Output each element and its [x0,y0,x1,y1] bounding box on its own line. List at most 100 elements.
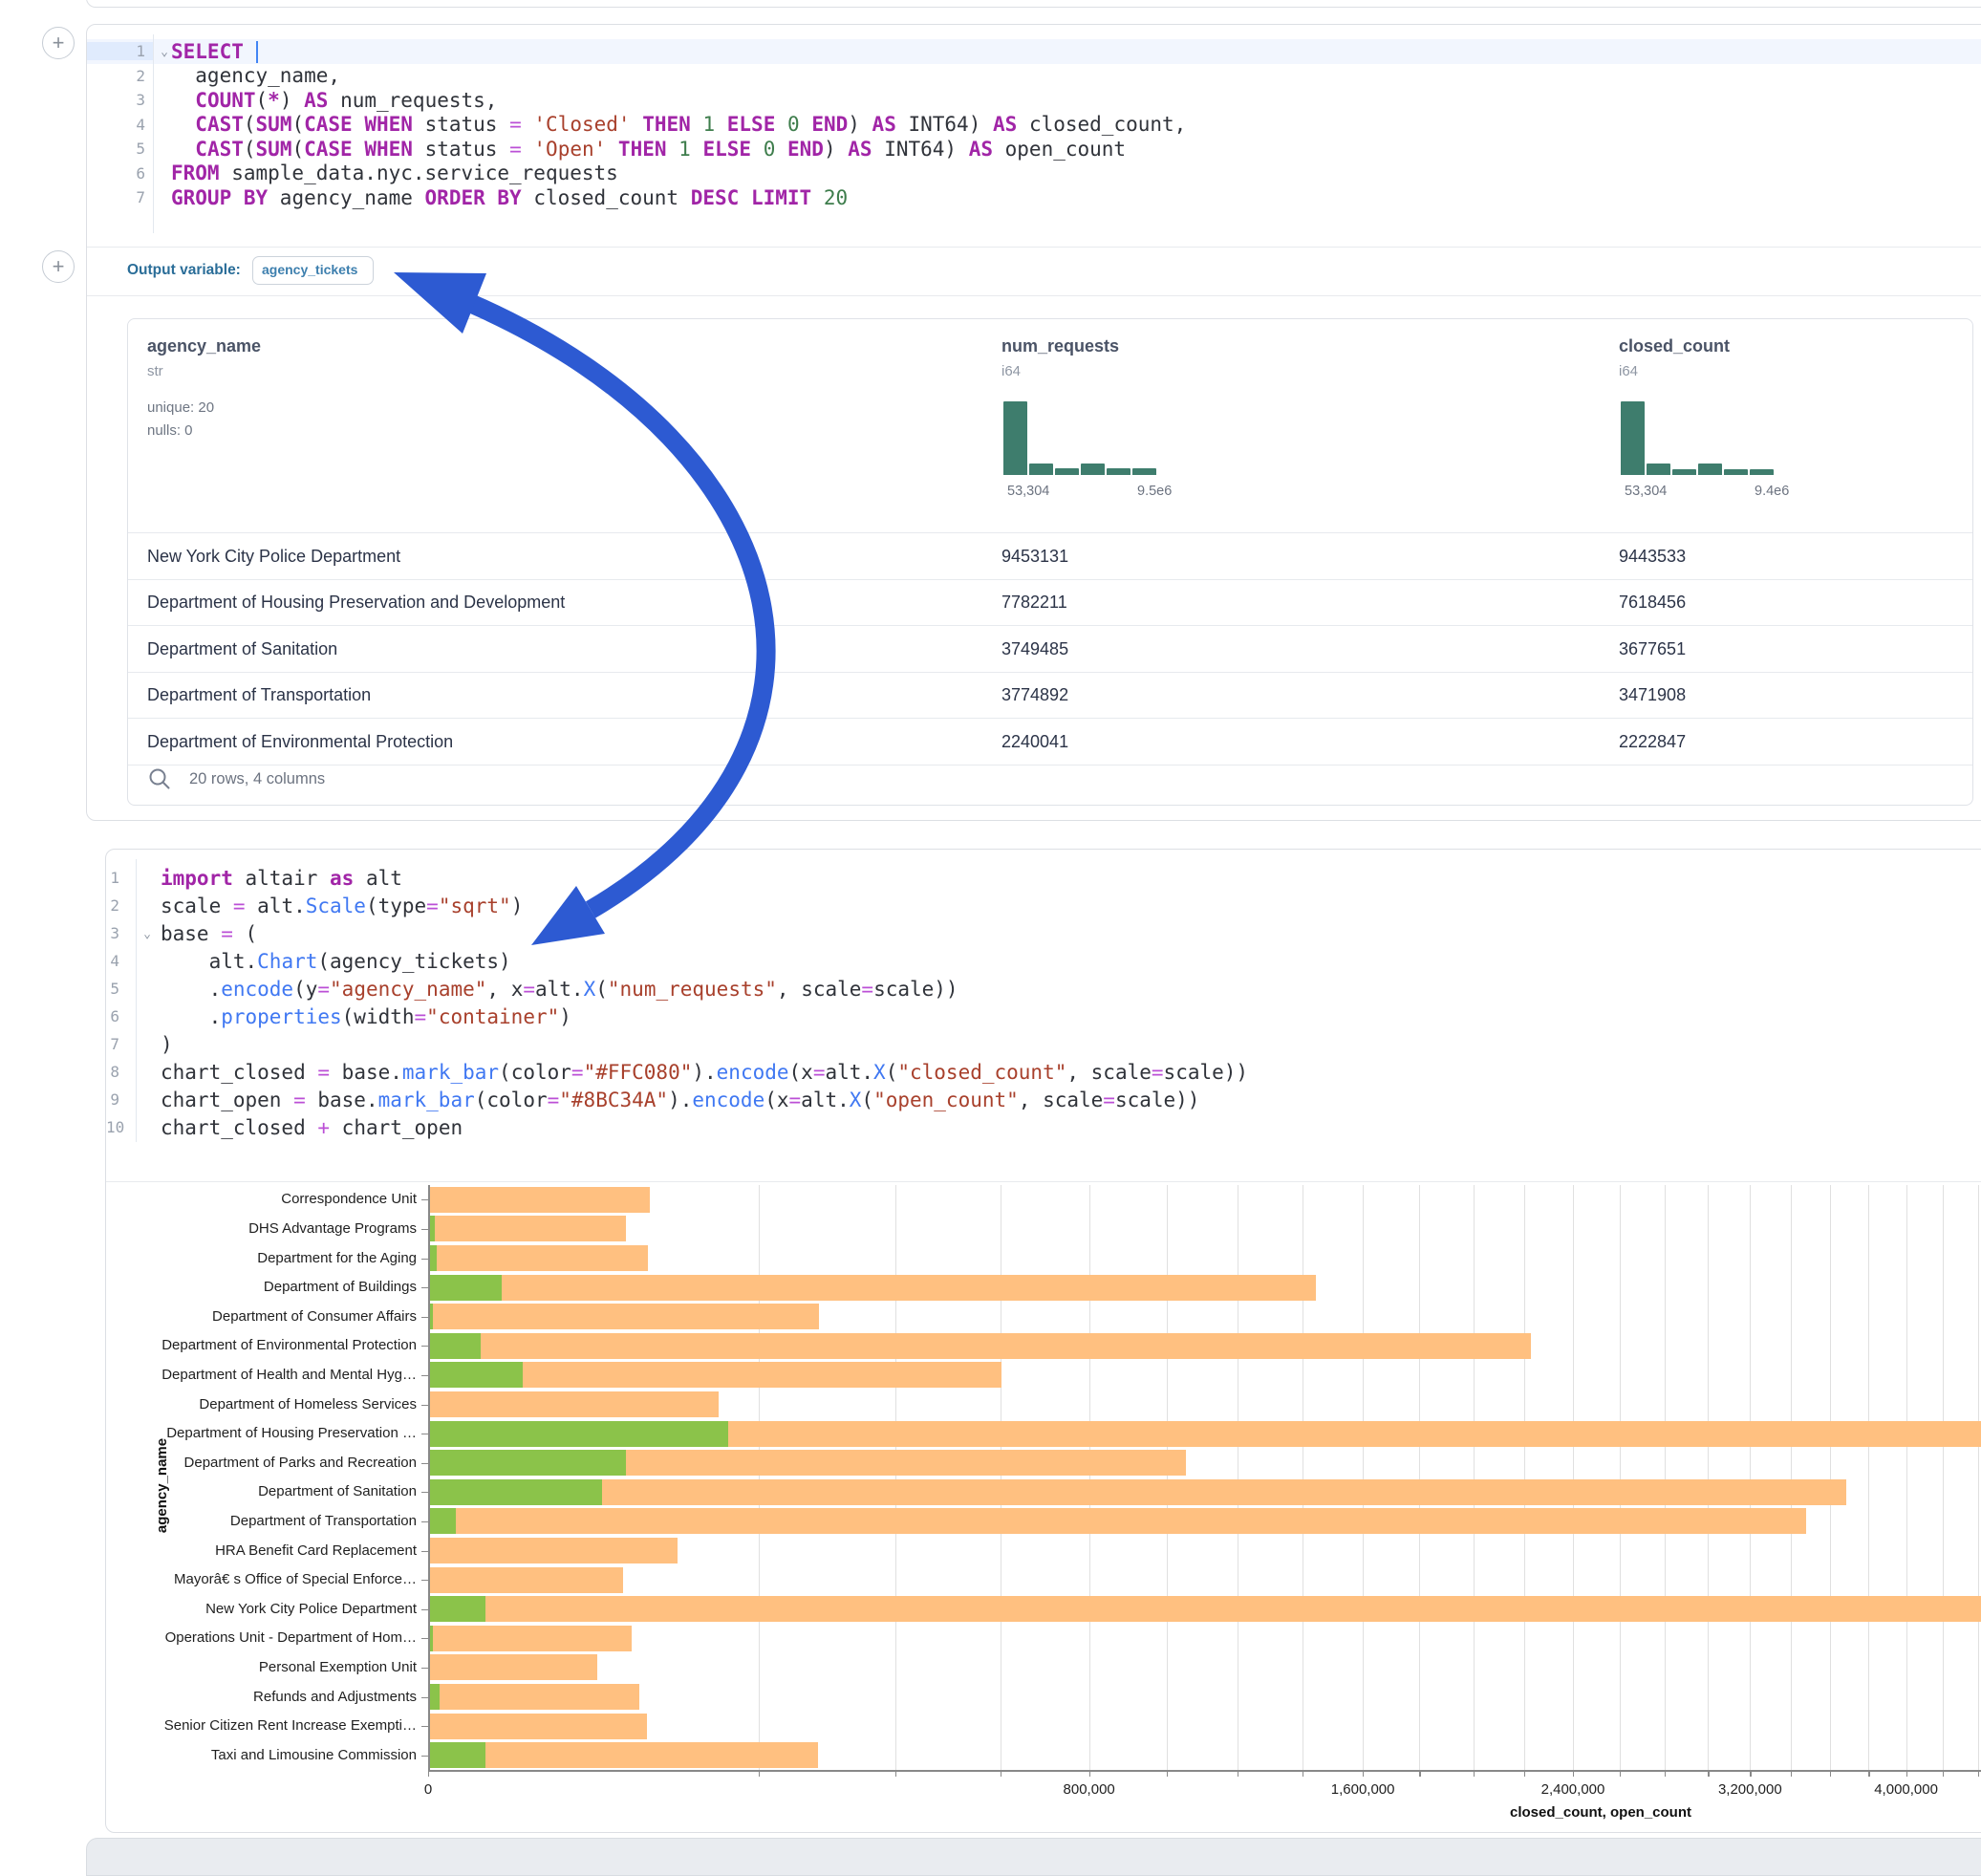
code-line-5[interactable]: 5 CAST(SUM(CASE WHEN status = 'Open' THE… [87,137,1981,162]
column-type-agency-name: str [147,363,163,379]
column-type-num-requests: i64 [1001,363,1021,379]
histogram-bar [1672,469,1696,475]
table-row[interactable]: Department of Housing Preservation and D… [128,579,1972,627]
code-line-2[interactable]: 2 agency_name, [87,64,1981,89]
open_count-bar [429,1684,440,1710]
cell-num-requests: 3774892 [1001,685,1068,705]
y-axis-tick [421,1726,428,1727]
code-line-9[interactable]: 9chart_open = base.mark_bar(color="#8BC3… [106,1086,1981,1113]
closed_count-bar [429,1596,1981,1622]
cell-closed-count: 9443533 [1619,547,1686,567]
histogram-bar [1055,468,1079,475]
y-axis-tick [421,1638,428,1639]
y-axis-tick-label: HRA Benefit Card Replacement [0,1542,417,1559]
code-line-6[interactable]: 6 .properties(width="container") [106,1003,1981,1030]
x-axis-tick-label: 2,400,000 [1497,1781,1649,1798]
y-axis-tick-label: Department of Health and Mental Hyg… [0,1367,417,1383]
python-code-editor[interactable]: 1import altair as alt2scale = alt.Scale(… [106,864,1981,1141]
table-row[interactable]: Department of Sanitation37494853677651 [128,625,1972,673]
y-axis-tick-label: DHS Advantage Programs [0,1220,417,1237]
y-axis-tick-label: Department of Sanitation [0,1483,417,1499]
output-section-divider [87,295,1981,296]
output-variable-pill[interactable]: agency_tickets [252,256,374,285]
cell-closed-count: 3677651 [1619,639,1686,659]
add-cell-button-top[interactable]: + [42,27,75,59]
histogram-bar [1698,464,1722,475]
open_count-bar [429,1450,626,1476]
histogram-bar [1647,464,1670,475]
cell-agency-name: Department of Transportation [147,685,371,705]
histogram-num-requests [1003,401,1156,475]
search-icon[interactable] [147,766,172,791]
fold-caret-icon[interactable]: ⌄ [161,45,168,59]
table-row-count: 20 rows, 4 columns [189,770,325,788]
closed_count-bar [429,1742,818,1768]
closed_count-bar [429,1714,647,1739]
open_count-bar [429,1596,485,1622]
y-axis-tick [421,1287,428,1288]
code-line-7[interactable]: 7) [106,1030,1981,1058]
y-axis-tick-label: Department of Transportation [0,1513,417,1529]
y-axis-tick-label: Operations Unit - Department of Hom… [0,1629,417,1646]
code-line-7[interactable]: 7GROUP BY agency_name ORDER BY closed_co… [87,185,1981,210]
closed_count-bar [429,1684,639,1710]
y-axis-tick [421,1199,428,1200]
y-axis-tick [421,1375,428,1376]
x-axis-tick-label: 0 [352,1781,505,1798]
y-axis-tick-label: Mayorâ€ s Office of Special Enforce… [0,1571,417,1587]
y-axis-tick-label: Department of Housing Preservation … [0,1425,417,1441]
open_count-bar [429,1245,437,1271]
sql-cell-card: 1⌄SELECT 2 agency_name,3 COUNT(*) AS num… [86,24,1981,821]
closed_count-bar [429,1654,597,1680]
open_count-bar [429,1275,502,1301]
fold-caret-icon[interactable]: ⌄ [143,927,151,941]
histogram-bar [1132,468,1156,475]
y-axis-tick-label: Refunds and Adjustments [0,1689,417,1705]
code-line-3[interactable]: 3⌄base = ( [106,919,1981,947]
y-axis-tick [421,1259,428,1260]
cell-closed-count: 3471908 [1619,685,1686,705]
cell-num-requests: 3749485 [1001,639,1068,659]
y-axis-tick [421,1521,428,1522]
y-axis-tick-label: Personal Exemption Unit [0,1659,417,1675]
table-row[interactable]: New York City Police Department945313194… [128,532,1972,580]
histogram-max-label-closed: 9.4e6 [1755,484,1789,499]
cell-agency-name: Department of Housing Preservation and D… [147,593,565,613]
y-axis-tick [421,1463,428,1464]
closed_count-bar [429,1391,719,1417]
open_count-bar [429,1742,485,1768]
code-line-10[interactable]: 10chart_closed + chart_open [106,1113,1981,1141]
x-axis-tick-label: 4,000,000 [1830,1781,1981,1798]
add-cell-button-output[interactable]: + [42,250,75,283]
closed_count-bar [429,1626,632,1651]
code-line-1[interactable]: 1⌄SELECT [87,39,1981,64]
code-line-8[interactable]: 8chart_closed = base.mark_bar(color="#FF… [106,1058,1981,1086]
table-row[interactable]: Department of Transportation 3774892 34719… [128,672,1972,720]
histogram-bar [1107,468,1130,475]
sql-code-editor[interactable]: 1⌄SELECT 2 agency_name,3 COUNT(*) AS num… [87,39,1981,210]
y-axis-tick [421,1229,428,1230]
table-row[interactable]: Department of Environmental Protection22… [128,718,1972,765]
open_count-bar [429,1304,433,1329]
code-line-2[interactable]: 2scale = alt.Scale(type="sqrt") [106,892,1981,919]
histogram-bar [1750,469,1774,475]
code-line-6[interactable]: 6FROM sample_data.nyc.service_requests [87,162,1981,186]
gutter-divider [136,859,137,1142]
chart-plot-area [0,1185,1981,1770]
x-axis-line [428,1770,1981,1772]
code-line-4[interactable]: 4 CAST(SUM(CASE WHEN status = 'Closed' T… [87,113,1981,138]
histogram-bar [1621,401,1645,475]
y-axis-tick [421,1697,428,1698]
cell-num-requests: 7782211 [1001,593,1067,613]
code-line-4[interactable]: 4 alt.Chart(agency_tickets) [106,947,1981,975]
open_count-bar [429,1362,523,1388]
code-line-5[interactable]: 5 .encode(y="agency_name", x=alt.X("num_… [106,975,1981,1003]
y-axis-tick-label: Department of Homeless Services [0,1396,417,1412]
y-axis-tick-label: New York City Police Department [0,1601,417,1617]
column-type-closed-count: i64 [1619,363,1638,379]
code-line-1[interactable]: 1import altair as alt [106,864,1981,892]
dataframe-panel: agency_name str unique: 20 nulls: 0 num_… [127,318,1973,806]
open_count-bar [429,1479,602,1505]
code-line-3[interactable]: 3 COUNT(*) AS num_requests, [87,88,1981,113]
cell-agency-name: Department of Environmental Protection [147,732,453,752]
